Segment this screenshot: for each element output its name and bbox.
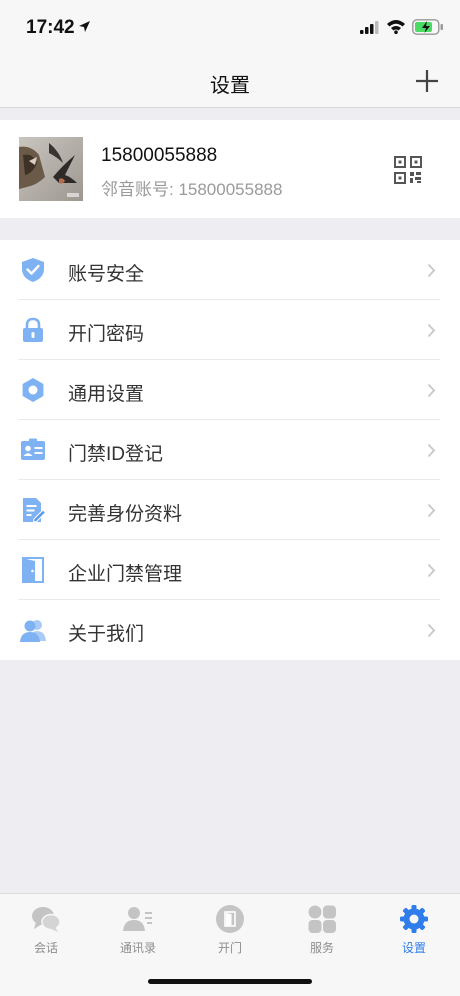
- chevron-right-icon: [427, 323, 436, 338]
- tab-contacts[interactable]: 通讯录: [92, 894, 184, 964]
- account-id-label: 邻音账号: 15800055888: [101, 180, 283, 199]
- door-icon: [22, 557, 44, 583]
- tab-open-door[interactable]: 开门: [184, 894, 276, 964]
- menu-item-label: 通用设置: [68, 384, 145, 405]
- status-bar: 17:42: [0, 0, 460, 54]
- cellular-signal-icon: [360, 21, 379, 34]
- gear-icon: [22, 378, 44, 402]
- tab-services[interactable]: 服务: [276, 894, 368, 964]
- menu-item-label: 账号安全: [68, 264, 145, 285]
- id-card-icon: [21, 438, 45, 460]
- tab-label: 设置: [401, 941, 426, 955]
- status-time: 17:42: [26, 17, 75, 38]
- wifi-icon: [387, 20, 405, 34]
- location-arrow-icon: [79, 21, 90, 32]
- menu-item-label: 门禁ID登记: [68, 444, 164, 465]
- add-button[interactable]: [414, 68, 440, 94]
- page-title: 设置: [210, 75, 250, 97]
- menu-item-label: 完善身份资料: [68, 504, 183, 525]
- edit-document-icon: [23, 498, 46, 523]
- chevron-right-icon: [427, 563, 436, 578]
- contacts-icon: [123, 907, 152, 931]
- tab-settings[interactable]: 设置: [368, 894, 460, 964]
- chevron-right-icon: [427, 263, 436, 278]
- tab-label: 服务: [309, 941, 334, 955]
- menu-item-access-id-registration[interactable]: 门禁ID登记: [0, 420, 460, 480]
- profile-card[interactable]: 15800055888 邻音账号: 15800055888: [0, 120, 460, 218]
- chevron-right-icon: [427, 503, 436, 518]
- tab-label: 会话: [33, 941, 58, 955]
- settings-menu: 账号安全 开门密码 通用设置 门禁ID登记 完善身份资料 企业门禁管理 关于我们: [0, 240, 460, 660]
- chat-bubbles-icon: [32, 907, 61, 932]
- menu-item-about-us[interactable]: 关于我们: [0, 600, 460, 660]
- nav-bar: 设置: [0, 54, 460, 108]
- tab-label: 开门: [217, 941, 242, 955]
- gear-icon: [400, 905, 428, 933]
- menu-item-door-password[interactable]: 开门密码: [0, 300, 460, 360]
- chevron-right-icon: [427, 623, 436, 638]
- menu-item-label: 关于我们: [68, 624, 145, 645]
- tab-chats[interactable]: 会话: [0, 894, 92, 964]
- chevron-right-icon: [427, 443, 436, 458]
- avatar: [19, 137, 83, 201]
- qr-code-icon[interactable]: [394, 156, 422, 184]
- menu-item-label: 开门密码: [68, 324, 145, 345]
- menu-item-enterprise-access-management[interactable]: 企业门禁管理: [0, 540, 460, 600]
- phone-number: 15800055888: [101, 145, 218, 166]
- menu-item-complete-identity-info[interactable]: 完善身份资料: [0, 480, 460, 540]
- chevron-right-icon: [427, 383, 436, 398]
- shield-check-icon: [22, 258, 44, 282]
- battery-charging-icon: [412, 19, 443, 35]
- lock-icon: [23, 317, 43, 342]
- menu-item-label: 企业门禁管理: [68, 564, 183, 585]
- grid-icon: [308, 905, 336, 933]
- home-indicator: [148, 979, 312, 984]
- open-door-icon: [216, 905, 244, 933]
- tab-label: 通讯录: [119, 941, 156, 955]
- menu-item-general-settings[interactable]: 通用设置: [0, 360, 460, 420]
- menu-item-account-security[interactable]: 账号安全: [0, 240, 460, 300]
- users-icon: [20, 620, 46, 642]
